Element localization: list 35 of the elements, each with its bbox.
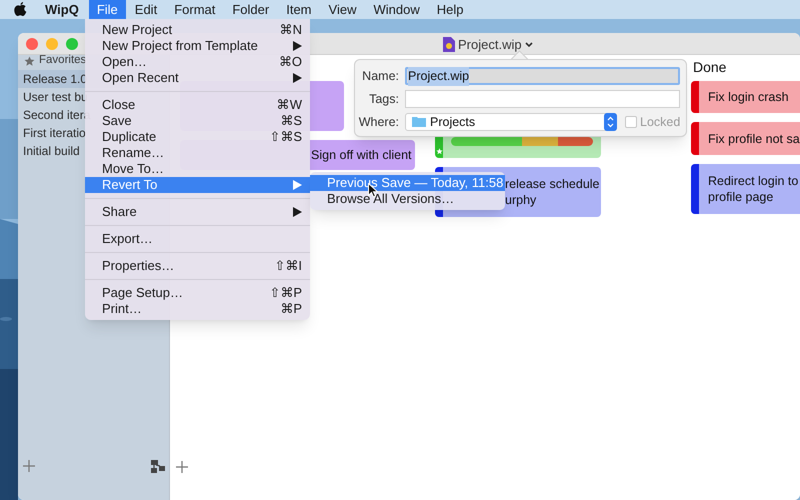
menu-item-label: Print… [102, 300, 142, 318]
selected-text: Project.wip [408, 67, 470, 86]
field-label: Where: [358, 114, 399, 130]
menu-item-label: Open… [102, 53, 147, 72]
menu-item-label: Close [102, 96, 136, 114]
menu-item-label: Rename… [102, 144, 164, 162]
card-title: Redirect login to profile page [708, 173, 798, 205]
menu-item-label: Page Setup… [102, 284, 183, 302]
menu-item-label: Export… [102, 230, 153, 248]
shortcut-label: ⇧⌘I [274, 257, 302, 276]
shortcut-label: ⌘O [278, 53, 302, 72]
menu-item-label: Duplicate [102, 128, 156, 146]
menu-item-label: Properties… [102, 257, 174, 276]
field-label: Name: [361, 68, 399, 85]
checkbox-label: Locked [640, 114, 680, 130]
shortcut-label: ⌘N [280, 21, 302, 40]
menu-item-label: Open Recent [102, 69, 179, 88]
card-title: Sign off with client [311, 147, 412, 163]
shortcut-label: ⌘S [280, 112, 302, 130]
card-title: Fix login crash [708, 89, 789, 105]
card-title: Fix profile not sa [708, 131, 800, 147]
column-header: Done [693, 58, 726, 77]
shortcut-label: ⌘P [280, 300, 302, 318]
favorites-heading: Favorites [39, 53, 86, 68]
menu-item-label: New Project [102, 21, 172, 40]
shortcut-label: ⇧⌘P [269, 284, 302, 302]
shortcut-label: ⇧⌘S [269, 128, 302, 146]
menu-item-label: Revert To [102, 176, 158, 194]
menu-item-label: Save [102, 112, 132, 130]
menu-item-label: Share [102, 203, 137, 222]
shortcut-label: ⌘W [276, 96, 302, 114]
menu-item-label: Move To… [102, 160, 164, 178]
menu-item-label: New Project from Template [102, 37, 258, 56]
field-label: Tags: [368, 90, 399, 108]
card-title: release schedule urphy [505, 176, 600, 208]
